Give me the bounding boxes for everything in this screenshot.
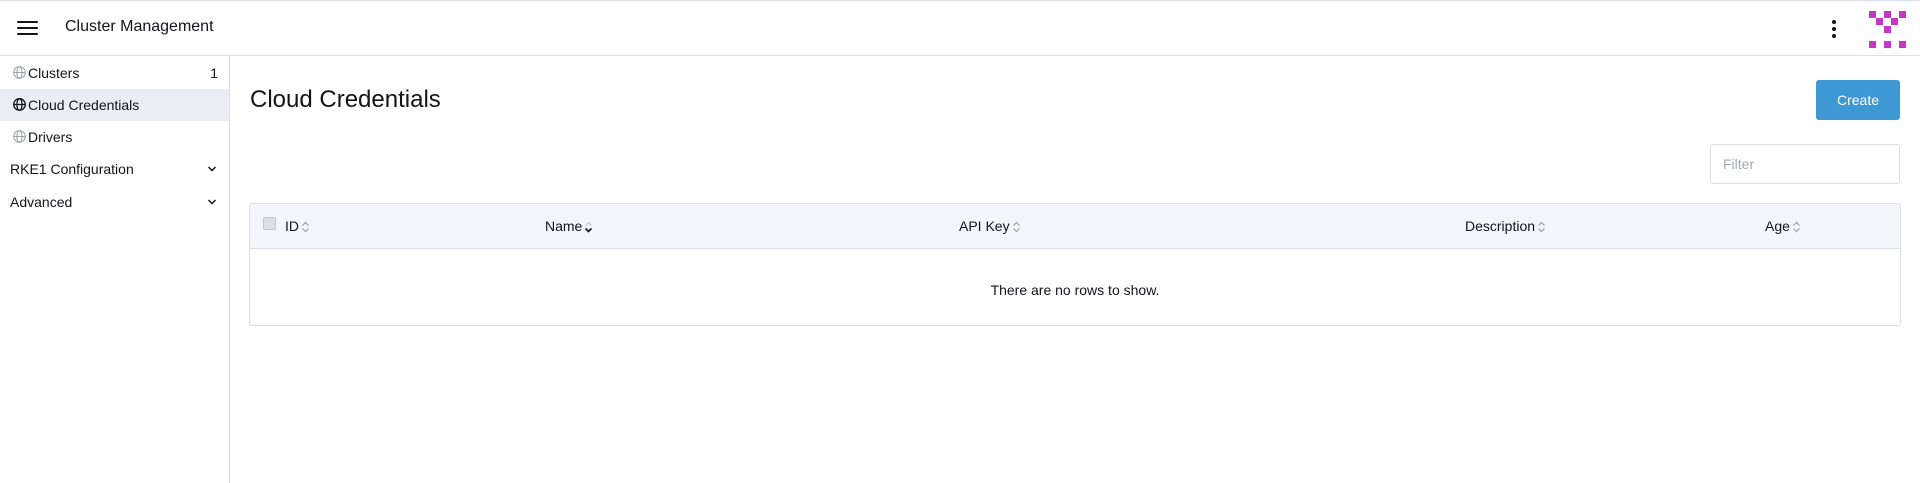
column-label: Description	[1465, 218, 1536, 234]
column-label: ID	[285, 218, 299, 234]
app-title: Cluster Management	[65, 18, 214, 35]
sidebar-item-clusters[interactable]: Clusters 1	[0, 57, 229, 89]
sidebar-item-drivers[interactable]: Drivers	[0, 121, 229, 153]
page-title: Cloud Credentials	[250, 86, 441, 113]
select-all-checkbox[interactable]	[263, 217, 276, 230]
count-badge: 1	[210, 65, 218, 81]
credentials-table: ID Name API Key Description Age There ar…	[249, 203, 1901, 326]
sort-icon	[1792, 221, 1800, 233]
filter-input[interactable]	[1710, 144, 1900, 184]
sidebar-item-label: Clusters	[28, 65, 80, 81]
chevron-down-icon	[207, 166, 217, 172]
sidebar-group-label: Advanced	[10, 194, 73, 210]
sort-icon	[302, 221, 309, 233]
sort-icon	[1538, 221, 1545, 233]
table-header: ID Name API Key Description Age	[250, 204, 1900, 249]
column-header-api-key[interactable]: API Key	[959, 218, 1021, 234]
column-header-id[interactable]: ID	[285, 218, 310, 234]
column-label: API Key	[959, 218, 1010, 234]
sidebar: Clusters 1 Cloud Credentials Drivers RKE…	[0, 56, 230, 483]
sidebar-item-cloud-credentials[interactable]: Cloud Credentials	[0, 89, 229, 121]
column-label: Name	[545, 218, 583, 234]
sidebar-item-label: Drivers	[28, 129, 73, 145]
column-header-name[interactable]: Name	[545, 218, 593, 234]
menu-icon[interactable]	[17, 20, 38, 36]
sidebar-item-label: Cloud Credentials	[28, 97, 140, 113]
column-header-age[interactable]: Age	[1765, 218, 1801, 234]
create-button[interactable]: Create	[1816, 80, 1900, 120]
sidebar-group-label: RKE1 Configuration	[10, 161, 134, 177]
more-options-icon[interactable]	[1824, 18, 1844, 40]
globe-icon	[13, 98, 26, 111]
sidebar-group-rke1-configuration[interactable]: RKE1 Configuration	[0, 153, 229, 185]
globe-icon	[13, 66, 26, 79]
empty-table-message: There are no rows to show.	[990, 282, 1160, 298]
top-bar: Cluster Management	[0, 0, 1920, 56]
avatar[interactable]	[1869, 11, 1906, 48]
sort-descending-icon	[585, 221, 593, 233]
chevron-down-icon	[207, 199, 217, 205]
sort-icon	[1012, 221, 1020, 233]
column-label: Age	[1765, 218, 1790, 234]
globe-icon	[13, 130, 26, 143]
column-header-description[interactable]: Description	[1465, 218, 1546, 234]
sidebar-group-advanced[interactable]: Advanced	[0, 186, 229, 218]
